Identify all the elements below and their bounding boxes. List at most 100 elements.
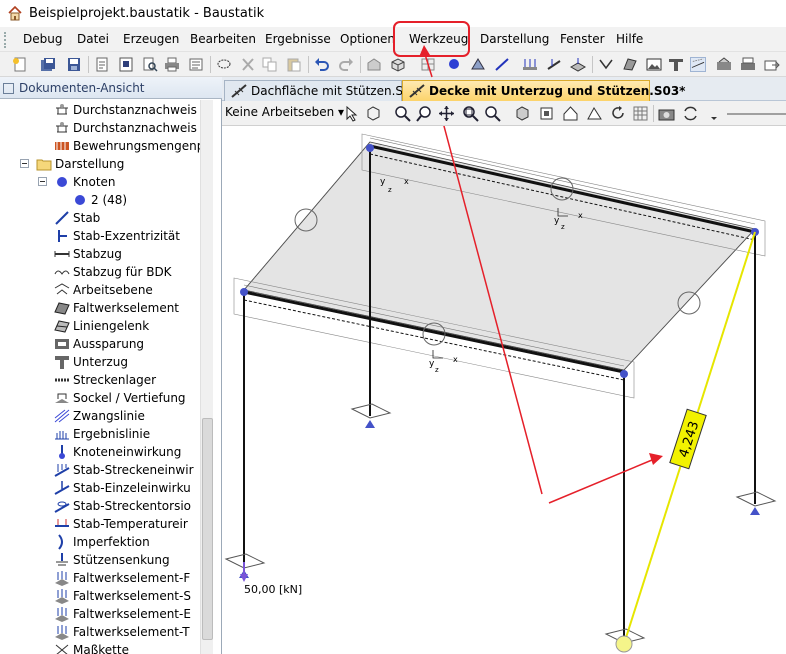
menu-hilfe[interactable]: Hilfe — [616, 32, 643, 46]
printer-icon[interactable] — [164, 57, 180, 72]
tree-item[interactable]: Aussparung — [0, 335, 200, 353]
lasso-icon[interactable] — [216, 57, 232, 72]
tree-item[interactable]: Stab-Streckentorsio — [0, 497, 200, 515]
scrollbar-thumb[interactable] — [202, 418, 213, 640]
paste-icon[interactable] — [286, 57, 302, 72]
view-3d-icon[interactable] — [514, 105, 531, 122]
support-icon[interactable] — [470, 57, 486, 72]
view-side-icon[interactable] — [586, 105, 603, 122]
section-icon[interactable] — [668, 57, 684, 72]
menu-bearbeiten[interactable]: Bearbeiten — [190, 32, 256, 46]
tree-item[interactable]: Arbeitsebene — [0, 281, 200, 299]
menu-darstellung[interactable]: Darstellung — [480, 32, 549, 46]
grid-object-icon[interactable] — [420, 57, 436, 72]
redo-icon[interactable] — [338, 57, 354, 72]
tree-item[interactable]: Unterzug — [0, 353, 200, 371]
view-front-icon[interactable] — [538, 105, 555, 122]
zoom-in-icon[interactable] — [394, 105, 411, 122]
view-house-icon[interactable] — [562, 105, 579, 122]
tree-scrollbar[interactable] — [200, 100, 213, 654]
work-plane-select[interactable]: Keine Arbeitseben ▾ — [225, 105, 344, 122]
rotate-view-icon[interactable] — [365, 105, 382, 122]
tree-item[interactable]: Stab-Temperatureir — [0, 515, 200, 533]
menu-fenster[interactable]: Fenster — [560, 32, 605, 46]
search-document-icon[interactable] — [142, 57, 158, 72]
tree-item[interactable]: Darstellung — [0, 155, 200, 173]
node-marker[interactable] — [620, 370, 628, 378]
select-arrow-icon[interactable] — [343, 105, 360, 122]
menu-debug[interactable]: Debug — [23, 32, 62, 46]
tree-item[interactable]: Faltwerkselement-S — [0, 587, 200, 605]
member-tool-icon[interactable] — [494, 57, 510, 72]
support-marker[interactable] — [365, 420, 375, 428]
tree-item[interactable]: Imperfektion — [0, 533, 200, 551]
node-marker[interactable] — [240, 288, 248, 296]
print-setup-icon[interactable] — [188, 57, 204, 72]
model-canvas[interactable]: y z x y z x y z x 4,243 50,00 [kN] — [222, 126, 786, 654]
print-model-icon[interactable] — [740, 57, 756, 72]
zoom-slider[interactable] — [727, 113, 786, 115]
tree-collapse-icon[interactable] — [20, 159, 29, 168]
tree-item[interactable]: Maßkette — [0, 641, 200, 654]
menu-ergebnisse[interactable]: Ergebnisse — [265, 32, 331, 46]
zoom-all-icon[interactable] — [484, 105, 501, 122]
render-icon[interactable] — [716, 57, 732, 72]
menu-datei[interactable]: Datei — [77, 32, 109, 46]
plate-icon[interactable] — [622, 57, 638, 72]
structure-model[interactable]: y z x y z x y z x 4,243 — [222, 126, 786, 654]
tree-item[interactable]: Liniengelenk — [0, 317, 200, 335]
tree-item[interactable]: Faltwerkselement — [0, 299, 200, 317]
copy-icon[interactable] — [262, 57, 278, 72]
menu-optionen[interactable]: Optionen — [340, 32, 395, 46]
dimension-tool-icon[interactable] — [690, 57, 706, 72]
tree-item[interactable]: Durchstanznachweis fü — [0, 101, 200, 119]
tree-item[interactable]: Zwangslinie — [0, 407, 200, 425]
area-load-icon[interactable] — [570, 57, 586, 72]
toolbar-overflow-icon[interactable] — [706, 105, 723, 122]
tree-item[interactable]: 2 (48) — [0, 191, 200, 209]
tree-item[interactable]: Stützensenkung — [0, 551, 200, 569]
refresh-icon[interactable] — [610, 105, 627, 122]
tree-collapse-icon[interactable] — [38, 177, 47, 186]
tree-item[interactable]: Durchstanznachweis fü — [0, 119, 200, 137]
member-load-icon[interactable] — [546, 57, 562, 72]
export-icon[interactable] — [764, 57, 780, 72]
load-case-icon[interactable] — [522, 57, 538, 72]
save-icon[interactable] — [66, 57, 82, 72]
tab-dachflaeche[interactable]: Dachfläche mit Stützen.S03 — [224, 80, 418, 101]
sync-icon[interactable] — [682, 105, 699, 122]
node-marker[interactable] — [366, 144, 374, 152]
delete-icon[interactable] — [240, 57, 256, 72]
tree-item[interactable]: Stab-Einzeleinwirku — [0, 479, 200, 497]
tree-item[interactable]: Ergebnislinie — [0, 425, 200, 443]
tree-item[interactable]: Faltwerkselement-F — [0, 569, 200, 587]
tree-item[interactable]: Sockel / Vertiefung — [0, 389, 200, 407]
tree-item[interactable]: Knoten — [0, 173, 200, 191]
undo-icon[interactable] — [314, 57, 330, 72]
tree-item[interactable]: Stabzug für BDK — [0, 263, 200, 281]
grid-icon[interactable] — [632, 105, 649, 122]
pin-icon[interactable] — [3, 83, 14, 94]
support-marker[interactable] — [750, 507, 760, 515]
tree-item[interactable]: Streckenlager — [0, 371, 200, 389]
picture-icon[interactable] — [646, 57, 662, 72]
cube-view-icon[interactable] — [390, 57, 406, 72]
node-sphere-icon[interactable] — [446, 57, 462, 72]
edge-icon[interactable] — [598, 57, 614, 72]
zoom-out-icon[interactable] — [416, 105, 433, 122]
new-icon[interactable] — [12, 57, 28, 72]
zoom-window-icon[interactable] — [462, 105, 479, 122]
tree-item[interactable]: Stab-Exzentrizität — [0, 227, 200, 245]
tab-decke[interactable]: Decke mit Unterzug und Stützen.S03* — [402, 80, 685, 101]
print-preview-icon[interactable] — [118, 57, 134, 72]
tree-item[interactable]: Stab-Streckeneinwir — [0, 461, 200, 479]
tree-item[interactable]: Bewehrungsmengenpu — [0, 137, 200, 155]
tree-item[interactable]: Stab — [0, 209, 200, 227]
tree-item[interactable]: Stabzug — [0, 245, 200, 263]
save-all-icon[interactable] — [40, 57, 56, 72]
pan-icon[interactable] — [438, 105, 455, 122]
menu-erzeugen[interactable]: Erzeugen — [123, 32, 179, 46]
tree-item[interactable]: Faltwerkselement-T — [0, 623, 200, 641]
tree-item[interactable]: Faltwerkselement-E — [0, 605, 200, 623]
tree-item[interactable]: Knoteneinwirkung — [0, 443, 200, 461]
